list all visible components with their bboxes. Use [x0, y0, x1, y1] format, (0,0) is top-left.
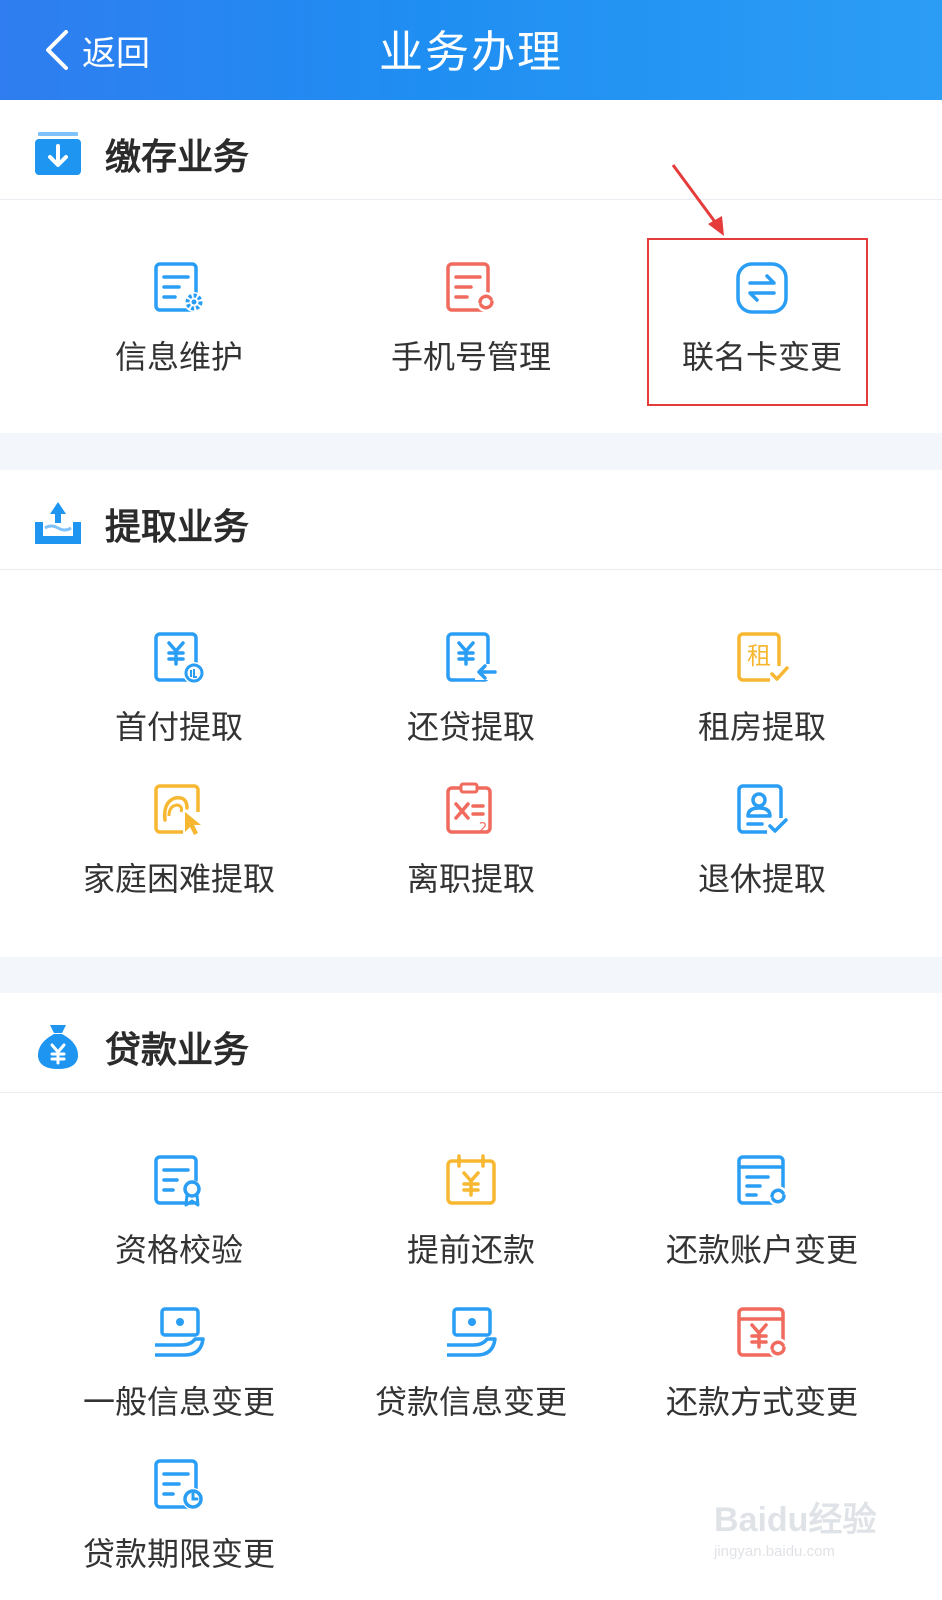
item-label: 家庭困难提取 — [82, 860, 275, 898]
watermark-logo: Baidu经验 — [714, 1501, 877, 1539]
document-badge-icon — [154, 1155, 203, 1207]
money-bag-icon — [37, 1025, 79, 1069]
annotation-highlight-box — [647, 238, 868, 406]
svg-text:2: 2 — [479, 821, 487, 836]
svg-text:租: 租 — [747, 642, 771, 670]
item-label: 还贷提取 — [406, 708, 535, 746]
item-label: 资格校验 — [114, 1231, 243, 1269]
resign-clipboard-icon: 2 — [446, 782, 492, 836]
section-header: 缴存业务 — [0, 100, 942, 200]
item-label: 一般信息变更 — [82, 1383, 275, 1421]
document-gear-icon — [154, 262, 204, 312]
item-label: 退休提取 — [697, 860, 826, 898]
cash-hand-icon — [155, 1307, 205, 1357]
watermark: Baidu经验 jingyan.baidu.com — [714, 1492, 884, 1582]
item-label: 贷款期限变更 — [82, 1535, 275, 1573]
item-down-payment-withdraw[interactable]: 首付提取 — [44, 630, 314, 760]
item-label: 提前还款 — [406, 1231, 535, 1269]
section-title: 提取业务 — [105, 507, 250, 548]
item-retire-withdraw[interactable]: 退休提取 — [627, 782, 897, 912]
item-label: 离职提取 — [406, 860, 535, 898]
item-rent-withdraw[interactable]: 租 租房提取 — [627, 630, 897, 760]
section-header: 提取业务 — [0, 470, 942, 570]
item-resign-withdraw[interactable]: 2 离职提取 — [336, 782, 606, 912]
section-title: 贷款业务 — [105, 1030, 250, 1071]
item-label: 手机号管理 — [390, 338, 551, 376]
cash-hand-icon — [447, 1307, 497, 1357]
item-loan-info-change[interactable]: 贷款信息变更 — [336, 1305, 606, 1435]
item-label: 还款账户变更 — [665, 1231, 858, 1269]
yuan-return-icon — [446, 632, 497, 682]
section-title: 缴存业务 — [105, 137, 250, 178]
deposit-download-icon — [35, 132, 81, 175]
item-label: 贷款信息变更 — [374, 1383, 567, 1421]
yuan-pay-icon — [154, 632, 205, 684]
document-clock-icon — [154, 1459, 204, 1510]
top-bar: 返回 业务办理 — [0, 0, 942, 100]
item-repay-method-change[interactable]: 还款方式变更 — [627, 1305, 897, 1435]
document-refresh-icon — [446, 262, 496, 312]
item-repay-account-change[interactable]: 还款账户变更 — [627, 1153, 897, 1283]
item-hardship-withdraw[interactable]: 家庭困难提取 — [44, 782, 314, 912]
item-label: 租房提取 — [697, 708, 826, 746]
item-loan-repay-withdraw[interactable]: 还贷提取 — [336, 630, 606, 760]
item-phone-manage[interactable]: 手机号管理 — [336, 260, 606, 390]
calendar-yuan-icon — [446, 1154, 496, 1205]
rent-check-icon: 租 — [737, 632, 790, 682]
hand-pointer-icon — [154, 784, 205, 836]
item-early-repay[interactable]: 提前还款 — [336, 1153, 606, 1283]
page-title: 业务办理 — [379, 27, 563, 78]
item-label: 信息维护 — [114, 338, 243, 376]
watermark-url: jingyan.baidu.com — [714, 1543, 835, 1560]
person-check-icon — [737, 784, 789, 836]
item-loan-term-change[interactable]: 贷款期限变更 — [44, 1457, 314, 1587]
item-general-info-change[interactable]: 一般信息变更 — [44, 1305, 314, 1435]
item-label: 还款方式变更 — [665, 1383, 858, 1421]
yuan-refresh-icon — [737, 1307, 788, 1358]
item-label: 首付提取 — [114, 708, 243, 746]
section-withdraw: 提取业务 首付提取 还贷提取 租 租房提取 家庭困难提取 2 离职提取 退休提取 — [0, 470, 942, 957]
annotation-arrow-icon — [671, 164, 724, 236]
item-qualification-check[interactable]: 资格校验 — [44, 1153, 314, 1283]
section-header: 贷款业务 — [0, 993, 942, 1093]
withdraw-tray-icon — [35, 502, 81, 544]
document-refresh-icon — [737, 1155, 788, 1206]
item-info-maintain[interactable]: 信息维护 — [44, 260, 314, 390]
